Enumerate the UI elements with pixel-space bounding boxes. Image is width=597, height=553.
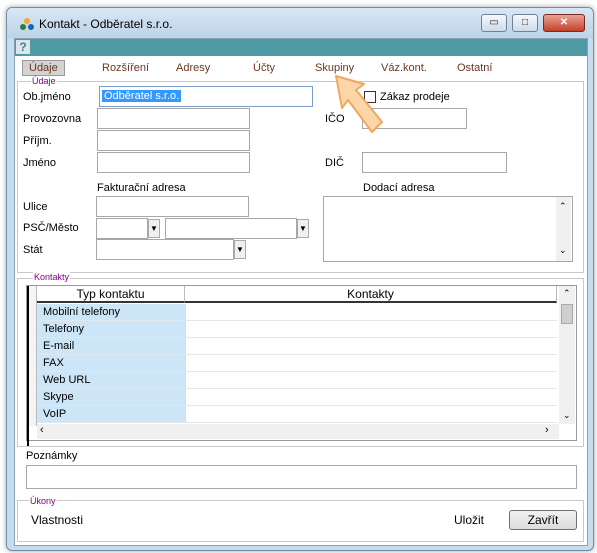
value-cell[interactable] [185, 372, 557, 388]
table-row[interactable]: Telefony [37, 321, 557, 338]
scroll-up-icon[interactable]: ⌃ [563, 288, 571, 299]
column-header-kontakty[interactable]: Kontakty [185, 286, 557, 303]
table-row[interactable]: E-mail [37, 338, 557, 355]
psc-mesto-label: PSČ/Město [23, 222, 79, 234]
fakturacni-adresa-label: Fakturační adresa [97, 182, 186, 194]
prijm-label: Příjm. [23, 135, 52, 147]
table-row[interactable]: Mobilní telefony [37, 304, 557, 321]
scroll-down-icon[interactable]: ⌄ [559, 245, 567, 256]
tab-ucty[interactable]: Účty [253, 62, 275, 74]
stat-label: Stát [23, 244, 43, 256]
type-cell: FAX [37, 355, 185, 371]
tab-adresy[interactable]: Adresy [176, 62, 210, 74]
jmeno-input[interactable] [97, 152, 250, 173]
psc-dropdown-button[interactable]: ▼ [148, 219, 160, 238]
psc-combo[interactable] [96, 218, 148, 239]
scroll-thumb[interactable] [561, 304, 573, 324]
app-icon [20, 18, 34, 30]
provozovna-label: Provozovna [23, 113, 82, 125]
grid-left-edge [27, 286, 29, 446]
help-bar: ? [15, 39, 587, 56]
chevron-down-icon: ▼ [299, 224, 307, 233]
dodaci-adresa-scrollbar[interactable]: ⌃ ⌄ [556, 197, 571, 261]
kontakty-grid[interactable]: Typ kontaktu Kontakty Mobilní telefony T… [26, 285, 577, 446]
scroll-up-icon[interactable]: ⌃ [559, 201, 567, 212]
tab-udaje[interactable]: Údaje [22, 60, 65, 76]
kontakty-group-label: Kontakty [33, 272, 71, 282]
poznamky-input[interactable] [26, 465, 577, 489]
dodaci-adresa-label: Dodací adresa [363, 182, 435, 194]
chevron-down-icon: ▼ [236, 245, 244, 254]
ulice-label: Ulice [23, 201, 48, 213]
chevron-down-icon: ▼ [150, 224, 158, 233]
value-cell[interactable] [185, 389, 557, 405]
grid-horizontal-scrollbar[interactable]: ‹ › [37, 424, 559, 439]
zavrit-button[interactable]: Zavřít [509, 510, 577, 530]
window-title: Kontakt - Odběratel s.r.o. [39, 17, 173, 31]
scroll-down-icon[interactable]: ⌄ [563, 410, 571, 421]
type-cell: Web URL [37, 372, 185, 388]
scroll-right-icon[interactable]: › [545, 424, 549, 436]
jmeno-label: Jméno [23, 157, 57, 169]
table-row[interactable]: VoIP [37, 406, 557, 423]
minimize-icon: ▭ [489, 17, 499, 28]
obj-jmeno-input[interactable]: Odběratel s.r.o. [99, 86, 313, 107]
udaje-group-label: Údaje [31, 76, 57, 86]
title-bar[interactable]: Kontakt - Odběratel s.r.o. ▭ □ ✕ [7, 8, 593, 38]
poznamky-label: Poznámky [26, 450, 78, 462]
close-button[interactable]: ✕ [543, 14, 585, 32]
type-cell: VoIP [37, 406, 185, 422]
table-row[interactable]: Web URL [37, 372, 557, 389]
ukony-group-label: Úkony [29, 496, 57, 506]
column-header-typ-kontaktu[interactable]: Typ kontaktu [37, 286, 185, 303]
pointer-arrow-icon [335, 75, 383, 133]
value-cell[interactable] [185, 304, 557, 320]
obj-jmeno-value: Odběratel s.r.o. [102, 90, 182, 102]
dic-input[interactable] [362, 152, 507, 173]
value-cell[interactable] [185, 406, 557, 422]
mesto-dropdown-button[interactable]: ▼ [297, 219, 309, 238]
ukony-group [17, 500, 584, 542]
type-cell: Skype [37, 389, 185, 405]
close-icon: ✕ [559, 17, 569, 28]
ulice-input[interactable] [96, 196, 249, 217]
value-cell[interactable] [185, 338, 557, 354]
dic-label: DIČ [325, 157, 344, 169]
dodaci-adresa-textarea[interactable]: ⌃ ⌄ [323, 196, 573, 262]
obj-jmeno-label: Ob.jméno [23, 91, 71, 103]
stat-dropdown-button[interactable]: ▼ [234, 240, 246, 259]
tab-ostatni[interactable]: Ostatní [457, 62, 492, 74]
minimize-button[interactable]: ▭ [481, 14, 507, 32]
value-cell[interactable] [185, 321, 557, 337]
prijmeni-input[interactable] [97, 130, 250, 151]
kontakty-rows: Mobilní telefony Telefony E-mail FAX Web… [37, 304, 557, 423]
maximize-icon: □ [521, 17, 529, 28]
tab-rozsireni[interactable]: Rozšíření [102, 62, 149, 74]
type-cell: E-mail [37, 338, 185, 354]
maximize-button[interactable]: □ [512, 14, 538, 32]
mesto-combo[interactable] [165, 218, 297, 239]
kontakt-window: Kontakt - Odběratel s.r.o. ▭ □ ✕ ? Údaje… [6, 7, 594, 551]
value-cell[interactable] [185, 355, 557, 371]
scroll-left-icon[interactable]: ‹ [40, 424, 44, 436]
type-cell: Telefony [37, 321, 185, 337]
provozovna-input[interactable] [97, 108, 250, 129]
client-area: ? Údaje Rozšíření Adresy Účty Skupiny Vá… [14, 38, 588, 546]
table-row[interactable]: FAX [37, 355, 557, 372]
type-cell: Mobilní telefony [37, 304, 185, 320]
vlastnosti-link[interactable]: Vlastnosti [31, 513, 83, 527]
help-icon[interactable]: ? [16, 40, 30, 54]
zakaz-prodeje-label: Zákaz prodeje [380, 91, 450, 103]
stat-combo[interactable] [96, 239, 234, 260]
grid-vertical-scrollbar[interactable]: ⌃ ⌄ [559, 286, 575, 424]
table-row[interactable]: Skype [37, 389, 557, 406]
ulozit-button[interactable]: Uložit [454, 513, 484, 527]
